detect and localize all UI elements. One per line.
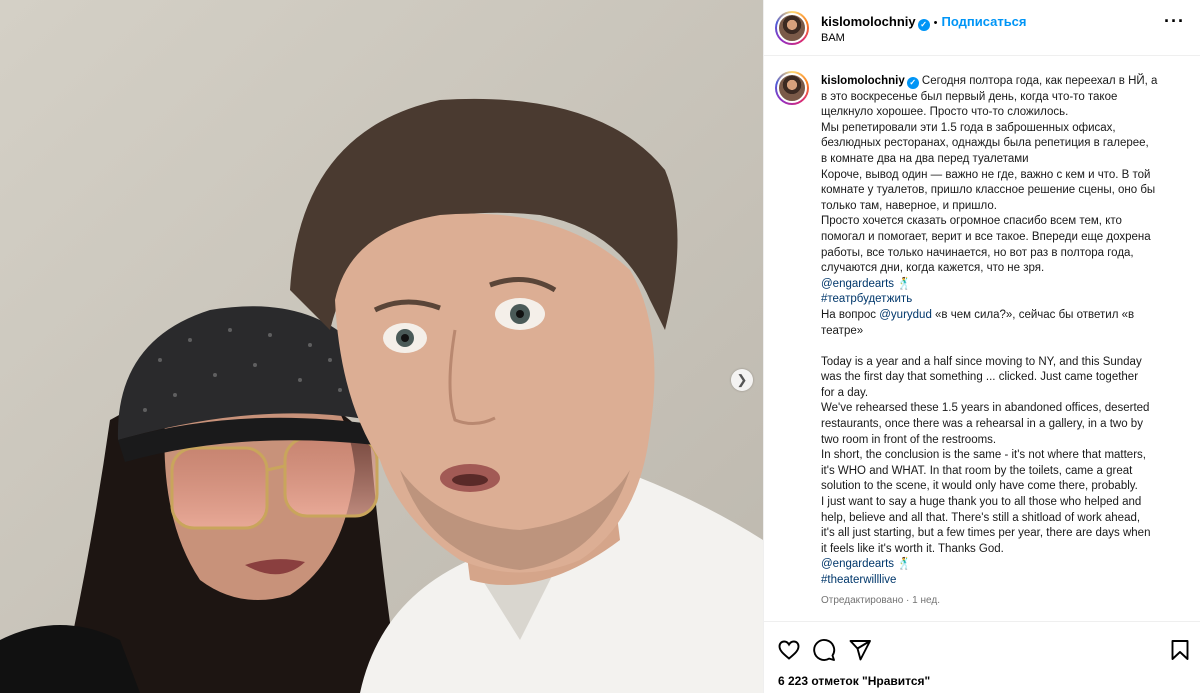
mention-link[interactable]: @engardearts 🕺 bbox=[821, 277, 1175, 293]
mention-link[interactable]: @engardearts 🕺 bbox=[821, 557, 1175, 573]
photo-illustration bbox=[0, 0, 763, 693]
caption-line: help, believe and all that. There's stil… bbox=[821, 511, 1141, 524]
caption-line-text: Сегодня полтора года, как переехал в НЙ,… bbox=[921, 75, 1158, 87]
post-panel: kislomolochniy ✓ • Подписаться BAM ··· kisl… bbox=[763, 0, 1200, 693]
caption-line: Мы репетировали эти 1.5 года в заброшенн… bbox=[821, 121, 1116, 134]
caption-line: работы, все только начинается, но вот ра… bbox=[821, 246, 1134, 259]
follow-button[interactable]: Подписаться bbox=[942, 14, 1027, 29]
caption-avatar[interactable] bbox=[775, 71, 809, 105]
caption-line: In short, the conclusion is the same - i… bbox=[821, 449, 1146, 462]
header-username[interactable]: kislomolochniy bbox=[821, 14, 916, 29]
caption-line: в комнате два на два перед туалетами bbox=[821, 152, 1029, 165]
caption-line: restaurants, once there was a rehearsal … bbox=[821, 418, 1143, 431]
more-options-icon[interactable]: ··· bbox=[1164, 12, 1185, 30]
caption-line: was the first day that something ... cli… bbox=[821, 371, 1139, 384]
caption-line: безлюдных ресторанах, однажды была репет… bbox=[821, 137, 1149, 150]
caption-line: в это воскресенье был первый день, когда… bbox=[821, 90, 1118, 103]
caption-line: for a day. bbox=[821, 386, 869, 399]
post-time[interactable]: 1 нед. bbox=[912, 595, 940, 606]
share-icon[interactable] bbox=[848, 638, 872, 662]
caption-line: it feels like it's worth it. Thanks God. bbox=[821, 542, 1004, 555]
caption-line: Просто хочется сказать огромное спасибо … bbox=[821, 215, 1122, 228]
caption-area: kislomolochniy ✓ Сегодня полтора года, ка… bbox=[764, 56, 1200, 621]
post-photo: ❯ bbox=[0, 0, 763, 693]
likes-count[interactable]: 6 223 отметок "Нравится" bbox=[778, 674, 930, 688]
caption-line: I just want to say a huge thank you to a… bbox=[821, 496, 1142, 509]
bookmark-icon[interactable] bbox=[1168, 638, 1192, 662]
post-header: kislomolochniy ✓ • Подписаться BAM ··· bbox=[764, 0, 1200, 56]
caption-line: помогал и помогает, верит и все такое. В… bbox=[821, 230, 1151, 243]
caption-line: только там, наверное, и пришло. bbox=[821, 199, 997, 212]
verified-badge-icon: ✓ bbox=[906, 77, 919, 89]
hashtag-link[interactable]: #театрбудетжить bbox=[821, 292, 1175, 308]
caption-line: it's WHO and WHAT. In that room by the t… bbox=[821, 464, 1133, 477]
caption-username[interactable]: kislomolochniy bbox=[821, 75, 905, 87]
caption-line-text: «в чем сила?», сейчас бы ответил «в bbox=[931, 308, 1135, 321]
chevron-right-icon: ❯ bbox=[736, 372, 748, 387]
caption-line: случаются дни, когда кажется, что не зря… bbox=[821, 262, 1045, 275]
header-line: kislomolochniy ✓ • Подписаться bbox=[821, 14, 1027, 31]
verified-badge-icon: ✓ bbox=[917, 19, 930, 31]
caption-line: solution to the scene, it would only hav… bbox=[821, 480, 1138, 493]
audio-label[interactable]: BAM bbox=[821, 32, 845, 44]
caption-line: kislomolochniy ✓ Сегодня полтора года, ка… bbox=[821, 74, 1175, 90]
caption-line: щелкнуло хорошее. Просто что-то сложилос… bbox=[821, 106, 1069, 119]
next-photo-button[interactable]: ❯ bbox=[731, 369, 753, 391]
caption-line: На вопрос @yurydud «в чем сила?», сейчас… bbox=[821, 308, 1175, 324]
caption-line: театре» bbox=[821, 324, 864, 337]
comment-icon[interactable] bbox=[812, 638, 836, 662]
caption-line: Today is a year and a half since moving … bbox=[821, 355, 1142, 368]
separator-dot: • bbox=[933, 17, 938, 29]
edited-meta: Отредактировано · 1 нед. bbox=[821, 594, 940, 606]
mention-link[interactable]: @yurydud bbox=[879, 309, 932, 321]
caption-line: two room in front of the restrooms. bbox=[821, 433, 997, 446]
caption-line: We've rehearsed these 1.5 years in aband… bbox=[821, 402, 1150, 415]
caption-text: kislomolochniy ✓ Сегодня полтора года, ка… bbox=[821, 74, 1175, 608]
hashtag-link[interactable]: #theaterwilllive bbox=[821, 573, 1175, 589]
caption-line: комнате у туалетов, пришло классное реше… bbox=[821, 184, 1156, 197]
caption-line: Короче, вывод один — важно не где, важно… bbox=[821, 168, 1151, 181]
action-bar: 6 223 отметок "Нравится" bbox=[764, 621, 1200, 693]
avatar[interactable] bbox=[775, 11, 809, 45]
heart-icon[interactable] bbox=[777, 638, 801, 662]
caption-line: it's all just starting, but a few times … bbox=[821, 527, 1151, 540]
edited-label: Отредактировано bbox=[821, 594, 904, 606]
caption-line-text: На вопрос bbox=[821, 308, 880, 321]
